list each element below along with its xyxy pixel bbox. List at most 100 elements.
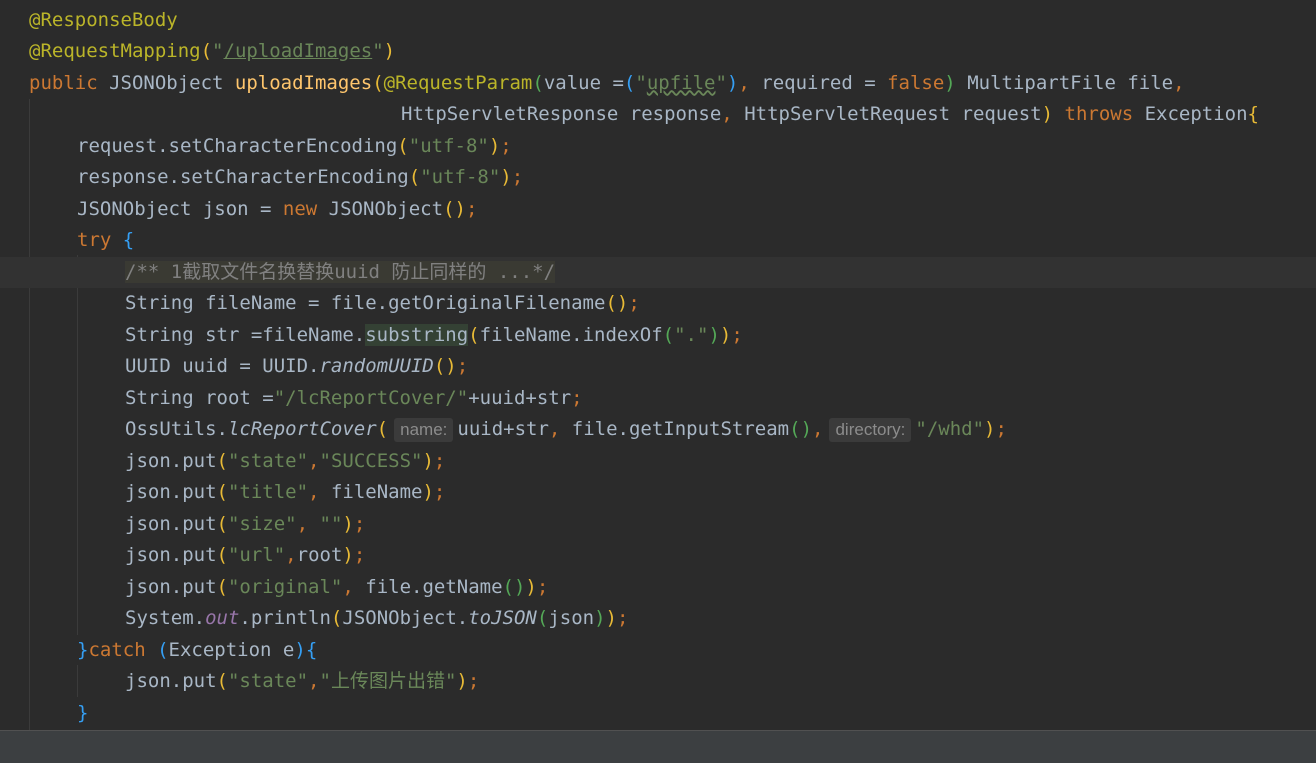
code-token: request.setCharacterEncoding xyxy=(77,134,398,157)
code-token: required = xyxy=(761,71,888,94)
code-token: +uuid+str xyxy=(468,386,572,409)
code-line[interactable]: String str =fileName.substring(fileName.… xyxy=(0,320,1316,352)
code-line[interactable]: UUID uuid = UUID.randomUUID(); xyxy=(0,351,1316,383)
code-line-content: } xyxy=(77,698,88,730)
code-line-content: }catch (Exception e){ xyxy=(77,635,317,667)
code-token: "上传图片出错" xyxy=(319,670,457,692)
code-token: @RequestMapping xyxy=(29,40,201,62)
code-token: JSONObject xyxy=(109,71,235,94)
code-token: , xyxy=(308,481,331,503)
code-token: upfile xyxy=(646,71,716,94)
code-line[interactable]: json.put("state","SUCCESS"); xyxy=(0,446,1316,478)
code-token: ; xyxy=(731,323,743,346)
folded-comment[interactable]: /** 1截取文件名换替换uuid 防止同样的 ...*/ xyxy=(125,260,556,283)
code-line[interactable]: @RequestMapping("/uploadImages") xyxy=(0,36,1316,68)
code-token: , xyxy=(721,103,745,125)
code-token: ; xyxy=(995,418,1007,440)
code-token: System. xyxy=(125,607,206,629)
code-line-content: @ResponseBody xyxy=(29,5,178,37)
code-line[interactable]: try { xyxy=(0,225,1316,257)
code-line-content: public JSONObject uploadImages(@RequestP… xyxy=(29,68,1185,100)
code-token: ) xyxy=(342,544,354,566)
code-token: ; xyxy=(465,197,478,220)
code-line[interactable]: public JSONObject uploadImages(@RequestP… xyxy=(0,68,1316,100)
code-token: ) xyxy=(605,607,617,629)
code-token: ; xyxy=(433,449,446,472)
code-token: () xyxy=(433,355,457,377)
code-line-content: JSONObject json = new JSONObject(); xyxy=(77,194,477,226)
code-line[interactable]: /** 1截取文件名换替换uuid 防止同样的 ...*/ xyxy=(0,256,1316,288)
code-line[interactable]: json.put("original", file.getName()); xyxy=(0,572,1316,604)
code-token: ) xyxy=(944,71,956,94)
parameter-hint: name: xyxy=(394,418,454,442)
status-bar xyxy=(0,730,1316,763)
code-editor[interactable]: @ResponseBody @RequestMapping("/uploadIma… xyxy=(0,0,1316,730)
code-token: JSONObject json = xyxy=(77,197,283,220)
code-token: "." xyxy=(674,323,709,346)
code-line[interactable]: json.put("size", ""); xyxy=(0,509,1316,541)
code-token: "/whd" xyxy=(915,418,985,440)
code-token: ) xyxy=(294,638,306,661)
code-token: { xyxy=(305,638,318,661)
code-token: @RequestParam xyxy=(383,71,533,94)
code-token: , xyxy=(296,512,320,535)
code-token: { xyxy=(122,229,135,251)
code-token: ( xyxy=(536,607,549,629)
code-token: new xyxy=(282,197,329,220)
code-token: randomUUID xyxy=(319,355,434,377)
code-token: lcReportCover xyxy=(227,418,377,440)
code-line[interactable]: request.setCharacterEncoding("utf-8"); xyxy=(0,131,1316,163)
code-token: JSONObject. xyxy=(342,607,469,629)
code-line[interactable]: }catch (Exception e){ xyxy=(0,635,1316,667)
code-token: ; xyxy=(467,670,480,692)
code-token: "utf-8" xyxy=(420,166,501,188)
code-line[interactable]: json.put("title", fileName); xyxy=(0,477,1316,509)
code-token: file.getName xyxy=(365,575,503,598)
code-line-content: @RequestMapping("/uploadImages") xyxy=(29,36,395,68)
code-token: ) xyxy=(719,323,732,346)
code-token: ( xyxy=(330,607,343,629)
code-token: json xyxy=(548,607,595,629)
code-token: ) xyxy=(422,449,434,472)
code-token: ) xyxy=(456,670,468,692)
code-token: HttpServletResponse response xyxy=(401,103,722,125)
code-line[interactable]: @ResponseBody xyxy=(0,5,1316,37)
code-token: try xyxy=(77,229,123,251)
code-token: , xyxy=(812,418,824,440)
code-token: ( xyxy=(397,134,409,157)
code-line[interactable]: String fileName = file.getOriginalFilena… xyxy=(0,288,1316,320)
code-token: " xyxy=(635,71,647,94)
code-line[interactable]: JSONObject json = new JSONObject(); xyxy=(0,194,1316,226)
code-token: json.put xyxy=(125,575,217,598)
code-token: ; xyxy=(353,512,366,535)
code-token: "SUCCESS" xyxy=(319,449,423,472)
code-line[interactable]: HttpServletResponse response, HttpServle… xyxy=(0,99,1316,131)
code-line-content: json.put("size", ""); xyxy=(125,509,365,541)
code-token: ) xyxy=(500,166,512,188)
code-token: OssUtils. xyxy=(125,418,228,440)
code-token: false xyxy=(887,71,945,94)
code-token: ( xyxy=(157,638,169,661)
code-line[interactable]: } xyxy=(0,698,1316,730)
code-line[interactable]: json.put("url",root); xyxy=(0,540,1316,572)
code-line[interactable]: response.setCharacterEncoding("utf-8"); xyxy=(0,162,1316,194)
code-line[interactable]: String root ="/lcReportCover/"+uuid+str; xyxy=(0,383,1316,415)
code-line[interactable]: System.out.println(JSONObject.toJSON(jso… xyxy=(0,603,1316,635)
code-token: ( xyxy=(376,418,389,440)
code-line-content: json.put("title", fileName); xyxy=(125,477,445,509)
code-line-content: OssUtils.lcReportCover(name: uuid+str, fi… xyxy=(125,414,1007,446)
code-token: () xyxy=(443,197,466,220)
code-token: Exception e xyxy=(168,638,295,661)
code-token: , xyxy=(548,418,572,440)
code-token: ; xyxy=(511,166,524,188)
code-line[interactable]: json.put("state","上传图片出错"); xyxy=(0,666,1316,698)
code-token: , xyxy=(1173,71,1185,94)
code-token: , xyxy=(342,575,366,598)
parameter-hint: directory: xyxy=(829,418,912,442)
code-token: " xyxy=(372,40,384,62)
code-line-content: json.put("state","SUCCESS"); xyxy=(125,446,445,478)
code-line-content: json.put("url",root); xyxy=(125,540,365,572)
code-token: String str =fileName. xyxy=(125,323,366,346)
code-line[interactable]: OssUtils.lcReportCover(name: uuid+str, fi… xyxy=(0,414,1316,446)
code-token: throws xyxy=(1053,103,1145,125)
